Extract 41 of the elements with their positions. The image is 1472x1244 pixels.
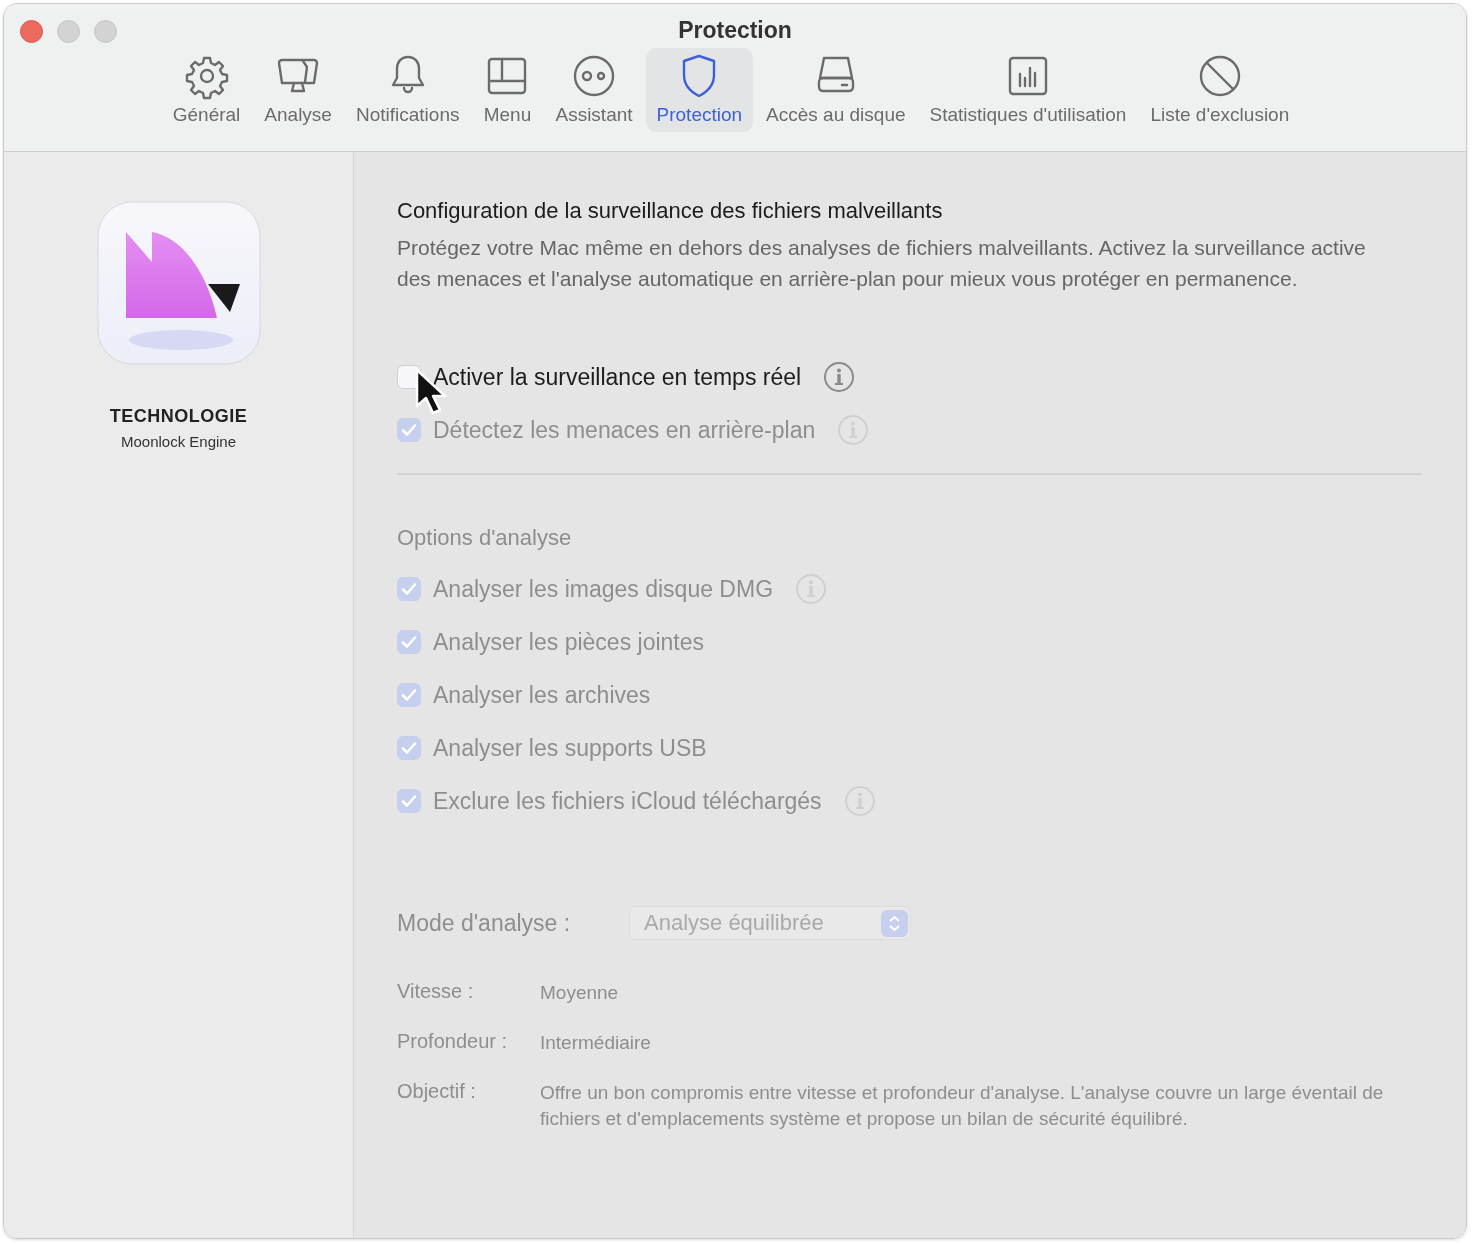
toolbar-tab[interactable]: Général — [161, 48, 252, 132]
info-icon[interactable] — [823, 361, 856, 393]
checkmark-icon — [400, 792, 418, 810]
toolbar-tab[interactable]: Accès au disque — [755, 48, 917, 132]
checkbox-label: Activer la surveillance en temps réel — [433, 363, 802, 391]
toolbar-tab[interactable]: Analyse — [253, 48, 343, 132]
checkmark-icon — [400, 421, 418, 439]
section-description: Protégez votre Mac même en dehors des analyses de fichiers malveillants. Activez la surveillance active des menaces et l'analyse automatique en arrière-plan pour mieux vous protéger en permanence. — [397, 235, 1367, 292]
toolbar-tab[interactable]: Liste d'exclusion — [1139, 48, 1301, 132]
checkmark-icon — [400, 633, 418, 651]
checkbox-label: Exclure les fichiers iCloud téléchargés — [433, 787, 822, 815]
minimize-button[interactable] — [57, 20, 80, 43]
close-button[interactable] — [20, 20, 43, 43]
checkbox-label: Détectez les menaces en arrière-plan — [433, 416, 816, 444]
checkbox-label: Analyser les archives — [433, 681, 651, 709]
toolbar-tab[interactable]: Notifications — [344, 48, 471, 132]
zoom-button[interactable] — [94, 20, 117, 43]
stepper-icon — [881, 909, 908, 937]
options-heading: Options d'analyse — [397, 525, 573, 551]
section-title: Configuration de la surveillance des fichiers malveillants — [397, 198, 944, 224]
detail-value: Intermédiaire — [540, 1031, 652, 1055]
checkbox-label: Analyser les pièces jointes — [433, 628, 705, 656]
sidebar-heading: TECHNOLOGIE — [109, 406, 248, 427]
app-icon — [95, 200, 262, 366]
detail-label: Vitesse : — [397, 980, 475, 1004]
toolbar-tab[interactable]: Menu — [472, 48, 543, 132]
window-title: Protection — [678, 17, 792, 44]
checkmark-icon — [400, 686, 418, 704]
detail-label: Profondeur : — [397, 1030, 509, 1054]
checkbox-label: Analyser les images disque DMG — [433, 575, 774, 603]
toolbar-tab[interactable]: Protection — [645, 48, 754, 132]
mode-label: Mode d'analyse : — [397, 909, 572, 937]
detail-value: Offre un bon compromis entre vitesse et profondeur d'analyse. L'analyse couvre un large éventail de fichiers et d'emplacements système et propose un bilan de sécurité équilibré. — [540, 1081, 1385, 1131]
engine-name: Moonlock Engine — [120, 433, 237, 450]
checkmark-icon — [400, 580, 418, 598]
detail-value: Moyenne — [540, 981, 620, 1005]
checkmark-icon — [400, 739, 418, 757]
checkbox-label: Analyser les supports USB — [433, 734, 707, 762]
detail-label: Objectif : — [397, 1080, 477, 1104]
toolbar-tab[interactable]: Statistiques d'utilisation — [918, 48, 1138, 132]
toolbar-tab[interactable]: Assistant — [544, 48, 644, 132]
